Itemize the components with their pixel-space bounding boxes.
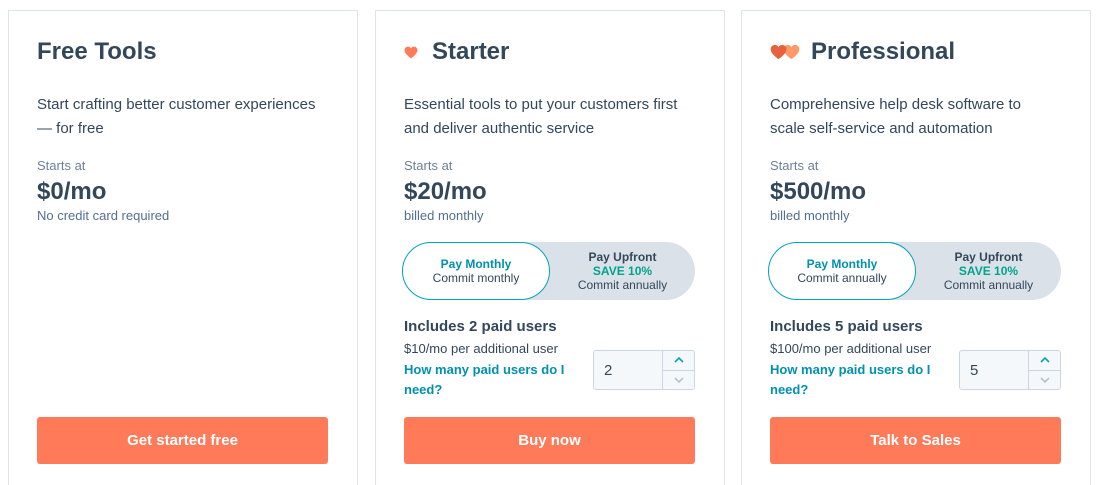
plan-header: Starter xyxy=(404,37,509,67)
talk-to-sales-button[interactable]: Talk to Sales xyxy=(770,417,1061,464)
monthly-commitment-label: Commit monthly xyxy=(432,271,520,285)
plan-title: Professional xyxy=(811,38,956,65)
plan-description: Essential tools to put your customers fi… xyxy=(404,96,678,137)
decrement-button[interactable] xyxy=(663,371,694,390)
increment-button[interactable] xyxy=(663,351,694,371)
upfront-commitment-label: Commit annually xyxy=(577,278,668,292)
stepper-controls xyxy=(1028,351,1060,389)
included-users: Includes 2 paid users xyxy=(404,318,557,335)
additional-user-price: $100/mo per additional user xyxy=(770,341,932,356)
heart-icon xyxy=(404,46,418,59)
plan-title: Free Tools xyxy=(37,38,157,65)
pay-monthly-label: Pay Monthly xyxy=(440,257,512,271)
discount-badge: SAVE 10% xyxy=(592,264,653,278)
pay-upfront-label: Pay Upfront xyxy=(954,250,1023,264)
plan-card-professional: Professional Comprehensive help desk sof… xyxy=(741,10,1091,485)
starts-at-label: Starts at xyxy=(37,158,86,173)
billing-toggle: Pay Monthly Commit monthly Pay Upfront S… xyxy=(402,242,695,300)
discount-badge: SAVE 10% xyxy=(958,264,1019,278)
pay-upfront-label: Pay Upfront xyxy=(588,250,657,264)
plan-description: Start crafting better customer experienc… xyxy=(37,96,316,137)
paid-users-help-link[interactable]: How many paid users do I need? xyxy=(770,360,945,400)
plan-price: $20/mo xyxy=(404,178,487,205)
plan-card-free-tools: Free Tools Start crafting better custome… xyxy=(8,10,358,485)
starts-at-label: Starts at xyxy=(404,158,453,173)
pay-monthly-option[interactable]: Pay Monthly Commit monthly xyxy=(402,242,550,300)
included-users: Includes 5 paid users xyxy=(770,318,923,335)
paid-users-stepper xyxy=(593,350,695,390)
chevron-up-icon xyxy=(1039,357,1050,363)
pay-upfront-option[interactable]: Pay Upfront SAVE 10% Commit annually xyxy=(916,242,1061,300)
price-note: billed monthly xyxy=(770,208,850,223)
double-heart-icon xyxy=(770,44,800,60)
chevron-up-icon xyxy=(673,357,684,363)
stepper-controls xyxy=(662,351,694,389)
pay-monthly-option[interactable]: Pay Monthly Commit annually xyxy=(768,242,916,300)
plan-header: Professional xyxy=(770,37,955,67)
buy-now-button[interactable]: Buy now xyxy=(404,417,695,464)
decrement-button[interactable] xyxy=(1029,371,1060,390)
price-note: billed monthly xyxy=(404,208,484,223)
plan-title: Starter xyxy=(432,38,510,65)
plan-price: $0/mo xyxy=(37,178,107,205)
paid-users-help-link[interactable]: How many paid users do I need? xyxy=(404,360,579,400)
paid-users-info: Includes 2 paid users $10/mo per additio… xyxy=(404,317,589,400)
paid-users-info: Includes 5 paid users $100/mo per additi… xyxy=(770,317,955,400)
paid-users-input[interactable] xyxy=(594,351,662,389)
billing-toggle: Pay Monthly Commit annually Pay Upfront … xyxy=(768,242,1061,300)
increment-button[interactable] xyxy=(1029,351,1060,371)
price-note: No credit card required xyxy=(37,208,170,223)
plan-description: Comprehensive help desk software to scal… xyxy=(770,96,1021,137)
plan-header: Free Tools xyxy=(37,37,157,67)
plan-card-starter: Starter Essential tools to put your cust… xyxy=(375,10,725,485)
upfront-commitment-label: Commit annually xyxy=(943,278,1034,292)
pay-upfront-option[interactable]: Pay Upfront SAVE 10% Commit annually xyxy=(550,242,695,300)
plan-price: $500/mo xyxy=(770,178,867,205)
monthly-commitment-label: Commit annually xyxy=(797,271,887,285)
get-started-free-button[interactable]: Get started free xyxy=(37,417,328,464)
pay-monthly-label: Pay Monthly xyxy=(806,257,878,271)
paid-users-input[interactable] xyxy=(960,351,1028,389)
chevron-down-icon xyxy=(1039,377,1050,383)
starts-at-label: Starts at xyxy=(770,158,819,173)
paid-users-stepper xyxy=(959,350,1061,390)
additional-user-price: $10/mo per additional user xyxy=(404,341,558,356)
chevron-down-icon xyxy=(673,377,684,383)
